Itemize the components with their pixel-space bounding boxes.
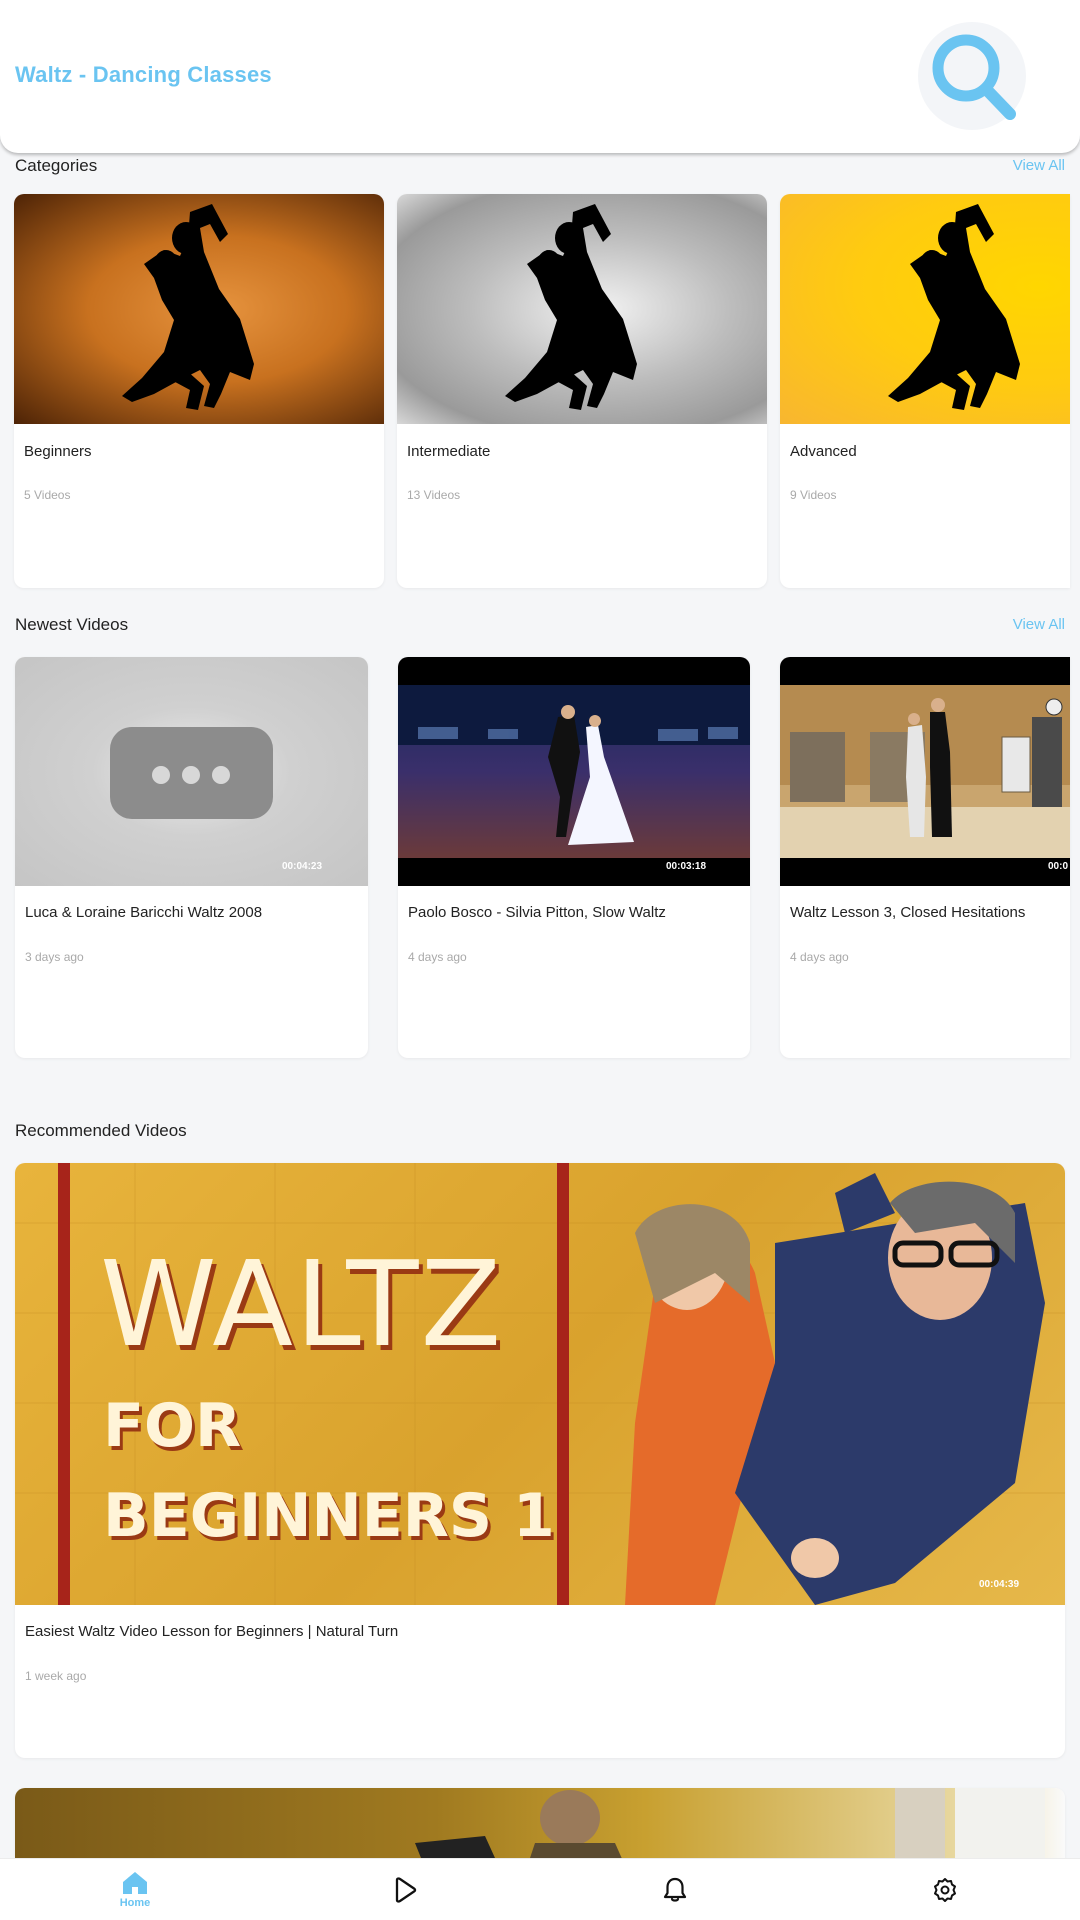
nav-videos[interactable] <box>345 1859 465 1920</box>
video-age: 3 days ago <box>25 950 84 964</box>
video-card[interactable]: 00:04:23 Luca & Loraine Baricchi Waltz 2… <box>15 657 368 1058</box>
video-thumbnail: 00:04:23 <box>15 657 368 886</box>
bottom-navigation: Home <box>0 1858 1080 1920</box>
recommended-videos-title: Recommended Videos <box>15 1121 187 1140</box>
dancers-silhouette <box>888 204 1020 410</box>
video-title: Luca & Loraine Baricchi Waltz 2008 <box>25 904 263 921</box>
category-thumbnail <box>780 194 1070 424</box>
video-age: 4 days ago <box>408 950 467 964</box>
video-age: 4 days ago <box>790 950 849 964</box>
newest-view-all-link[interactable]: View All <box>1013 616 1065 633</box>
video-duration: 00:0 <box>1048 861 1069 872</box>
dancers-silhouette <box>505 204 637 410</box>
play-icon <box>395 1877 417 1903</box>
loading-placeholder-icon <box>110 727 273 819</box>
video-duration: 00:03:18 <box>666 861 707 872</box>
video-title: Waltz Lesson 3, Closed Hesitations <box>790 904 1026 921</box>
nav-home-label: Home <box>119 1897 151 1909</box>
category-name: Beginners <box>24 443 92 460</box>
category-thumbnail <box>397 194 767 424</box>
category-name: Intermediate <box>407 443 491 460</box>
recommended-video-card[interactable]: WALTZ FOR BEGINNERS 1 00:04:39 Easiest W… <box>15 1163 1065 1758</box>
category-thumbnail <box>14 194 384 424</box>
category-card-beginners[interactable]: Beginners 5 Videos <box>14 194 384 588</box>
nav-home[interactable]: Home <box>75 1859 195 1920</box>
search-icon <box>932 34 1016 120</box>
app-header: Waltz - Dancing Classes <box>0 0 1080 153</box>
video-title: Easiest Waltz Video Lesson for Beginners… <box>25 1623 399 1640</box>
categories-view-all-link[interactable]: View All <box>1013 157 1065 174</box>
nav-notifications[interactable] <box>615 1859 735 1920</box>
category-name: Advanced <box>790 443 857 460</box>
app-title: Waltz - Dancing Classes <box>15 62 272 87</box>
search-button[interactable] <box>918 22 1026 130</box>
bell-icon <box>663 1877 687 1902</box>
dancers-silhouette <box>122 204 254 410</box>
nav-settings[interactable] <box>885 1859 1005 1920</box>
thumbnail-heading: WALTZ <box>100 1235 504 1373</box>
video-title: Paolo Bosco - Silvia Pitton, Slow Waltz <box>408 904 666 921</box>
video-duration: 00:04:23 <box>282 861 323 872</box>
categories-title: Categories <box>15 156 98 175</box>
newest-videos-title: Newest Videos <box>15 615 129 634</box>
ballroom-dancers-image <box>398 685 750 858</box>
dance-studio-image <box>780 685 1070 858</box>
video-thumbnail: 00:03:18 <box>398 657 750 886</box>
category-card-intermediate[interactable]: Intermediate 13 Videos <box>397 194 767 588</box>
thumbnail-subheading: FOR <box>103 1391 242 1461</box>
category-video-count: 13 Videos <box>407 488 461 502</box>
home-icon <box>123 1872 147 1894</box>
category-card-advanced[interactable]: Advanced 9 Videos <box>780 194 1070 588</box>
video-thumbnail: 00:0 <box>780 657 1070 886</box>
category-video-count: 9 Videos <box>790 488 837 502</box>
video-card[interactable]: 00:0 Waltz Lesson 3, Closed Hesitations … <box>780 657 1070 1058</box>
thumbnail-subheading: BEGINNERS 1 <box>103 1481 555 1551</box>
video-thumbnail: WALTZ FOR BEGINNERS 1 00:04:39 <box>15 1163 1065 1605</box>
video-duration: 00:04:39 <box>979 1579 1020 1590</box>
gear-icon <box>934 1878 956 1902</box>
video-card[interactable]: 00:03:18 Paolo Bosco - Silvia Pitton, Sl… <box>398 657 750 1058</box>
video-age: 1 week ago <box>25 1669 87 1683</box>
category-video-count: 5 Videos <box>24 488 71 502</box>
